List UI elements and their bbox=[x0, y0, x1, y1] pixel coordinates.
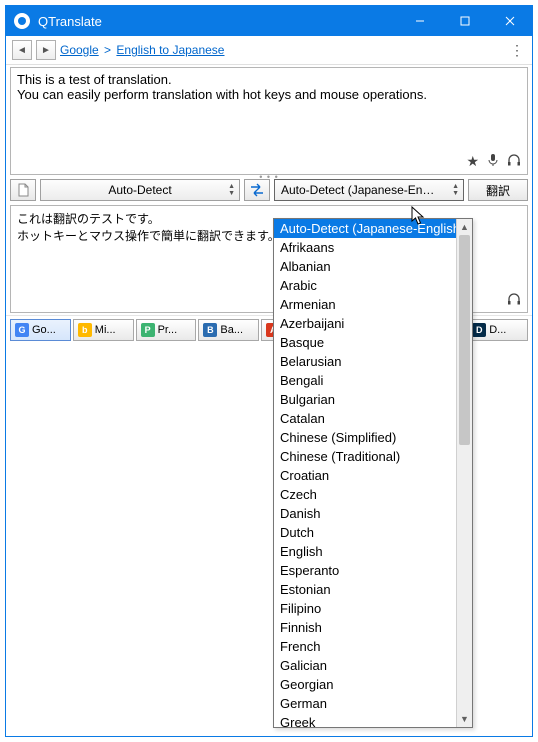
dropdown-item[interactable]: Afrikaans bbox=[274, 238, 456, 257]
service-icon: P bbox=[141, 323, 155, 337]
breadcrumb: Google > English to Japanese bbox=[60, 43, 504, 57]
new-file-button[interactable] bbox=[10, 179, 36, 201]
dropdown-item[interactable]: French bbox=[274, 637, 456, 656]
target-language-dropdown[interactable]: Auto-Detect (Japanese-English)AfrikaansA… bbox=[273, 218, 473, 728]
dropdown-item[interactable]: Czech bbox=[274, 485, 456, 504]
dropdown-item[interactable]: Bulgarian bbox=[274, 390, 456, 409]
translate-button[interactable]: 翻訳 bbox=[468, 179, 528, 201]
dropdown-item[interactable]: Chinese (Simplified) bbox=[274, 428, 456, 447]
mic-icon[interactable] bbox=[487, 153, 499, 170]
dropdown-item[interactable]: Arabic bbox=[274, 276, 456, 295]
swap-languages-button[interactable] bbox=[244, 179, 270, 201]
dropdown-item[interactable]: Albanian bbox=[274, 257, 456, 276]
titlebar: QTranslate bbox=[6, 6, 532, 36]
dropdown-item[interactable]: Chinese (Traditional) bbox=[274, 447, 456, 466]
dropdown-item[interactable]: Azerbaijani bbox=[274, 314, 456, 333]
service-icon: D bbox=[472, 323, 486, 337]
source-text: This is a test of translation. You can e… bbox=[17, 72, 521, 102]
source-language-label: Auto-Detect bbox=[47, 183, 233, 197]
service-icon: G bbox=[15, 323, 29, 337]
menu-button[interactable]: ⋮ bbox=[508, 42, 526, 59]
service-icon: B bbox=[203, 323, 217, 337]
control-row: • • • Auto-Detect ▲▼ Auto-Detect (Japane… bbox=[6, 177, 532, 203]
dropdown-item[interactable]: Finnish bbox=[274, 618, 456, 637]
maximize-button[interactable] bbox=[442, 6, 487, 36]
dropdown-item[interactable]: English bbox=[274, 542, 456, 561]
service-tab-label: Mi... bbox=[95, 324, 116, 336]
service-tab[interactable]: GGo... bbox=[10, 319, 71, 341]
dropdown-item[interactable]: Greek bbox=[274, 713, 456, 727]
dropdown-item[interactable]: Dutch bbox=[274, 523, 456, 542]
service-tab-label: Pr... bbox=[158, 324, 178, 336]
dropdown-item[interactable]: Filipino bbox=[274, 599, 456, 618]
dropdown-item[interactable]: Galician bbox=[274, 656, 456, 675]
scroll-thumb[interactable] bbox=[459, 235, 470, 445]
dropdown-item[interactable]: Esperanto bbox=[274, 561, 456, 580]
back-button[interactable]: ◄ bbox=[12, 40, 32, 60]
service-tab-label: D... bbox=[489, 324, 506, 336]
source-language-combo[interactable]: Auto-Detect ▲▼ bbox=[40, 179, 240, 201]
dropdown-item[interactable]: Auto-Detect (Japanese-English) bbox=[274, 219, 456, 238]
target-language-label: Auto-Detect (Japanese-En… bbox=[281, 183, 434, 197]
star-icon[interactable]: ★ bbox=[466, 153, 479, 170]
dropdown-item[interactable]: Catalan bbox=[274, 409, 456, 428]
nav-row: ◄ ► Google > English to Japanese ⋮ bbox=[6, 36, 532, 65]
dropdown-item[interactable]: Estonian bbox=[274, 580, 456, 599]
forward-button[interactable]: ► bbox=[36, 40, 56, 60]
scroll-down-icon[interactable]: ▼ bbox=[457, 711, 472, 727]
updown-icon: ▲▼ bbox=[452, 182, 459, 198]
breadcrumb-pair[interactable]: English to Japanese bbox=[116, 43, 224, 57]
dropdown-list[interactable]: Auto-Detect (Japanese-English)AfrikaansA… bbox=[274, 219, 456, 727]
updown-icon: ▲▼ bbox=[228, 182, 235, 198]
dropdown-item[interactable]: Armenian bbox=[274, 295, 456, 314]
service-tab[interactable]: PPr... bbox=[136, 319, 197, 341]
dropdown-item[interactable]: Croatian bbox=[274, 466, 456, 485]
dropdown-item[interactable]: Basque bbox=[274, 333, 456, 352]
minimize-button[interactable] bbox=[397, 6, 442, 36]
headphones-icon[interactable] bbox=[507, 292, 521, 308]
dropdown-item[interactable]: Danish bbox=[274, 504, 456, 523]
breadcrumb-service[interactable]: Google bbox=[60, 43, 99, 57]
service-tab-label: Ba... bbox=[220, 324, 243, 336]
dropdown-item[interactable]: Belarusian bbox=[274, 352, 456, 371]
app-title: QTranslate bbox=[38, 14, 397, 29]
app-icon bbox=[14, 13, 30, 29]
service-tab[interactable]: DD... bbox=[467, 319, 528, 341]
scroll-up-icon[interactable]: ▲ bbox=[457, 219, 472, 235]
dropdown-scrollbar[interactable]: ▲ ▼ bbox=[456, 219, 472, 727]
close-button[interactable] bbox=[487, 6, 532, 36]
dropdown-item[interactable]: German bbox=[274, 694, 456, 713]
service-tab-label: Go... bbox=[32, 324, 56, 336]
dropdown-item[interactable]: Bengali bbox=[274, 371, 456, 390]
headphones-icon[interactable] bbox=[507, 153, 521, 170]
dropdown-item[interactable]: Georgian bbox=[274, 675, 456, 694]
service-tab[interactable]: BBa... bbox=[198, 319, 259, 341]
chevron-right-icon: > bbox=[104, 43, 111, 57]
service-icon: b bbox=[78, 323, 92, 337]
source-text-area[interactable]: This is a test of translation. You can e… bbox=[10, 67, 528, 175]
service-tab[interactable]: bMi... bbox=[73, 319, 134, 341]
target-language-combo[interactable]: Auto-Detect (Japanese-En… ▲▼ bbox=[274, 179, 464, 201]
